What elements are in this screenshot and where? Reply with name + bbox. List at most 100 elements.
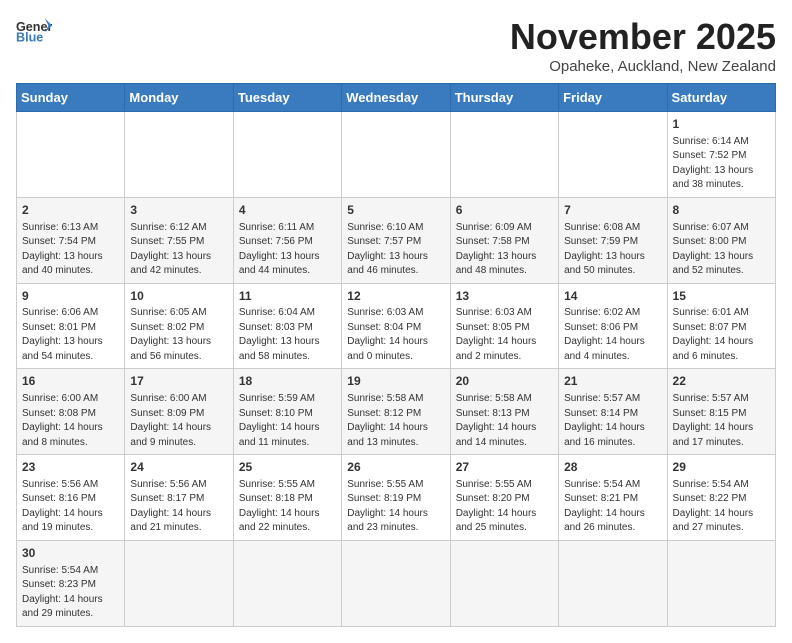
day-info: Sunrise: 6:11 AM Sunset: 7:56 PM Dayligh…: [239, 221, 336, 279]
calendar-cell: [233, 540, 341, 626]
day-number: 6: [456, 202, 553, 219]
day-number: 29: [673, 459, 770, 476]
day-number: 20: [456, 373, 553, 390]
week-row-1: 1 Sunrise: 6:14 AM Sunset: 7:52 PM Daylig…: [17, 112, 776, 198]
day-info: Sunrise: 6:09 AM Sunset: 7:58 PM Dayligh…: [456, 221, 553, 279]
day-number: 5: [347, 202, 444, 219]
calendar-cell: [125, 540, 233, 626]
calendar-cell: 21 Sunrise: 5:57 AM Sunset: 8:14 PM Dayli…: [559, 369, 667, 455]
header-thursday: Thursday: [450, 84, 558, 112]
calendar-cell: [125, 112, 233, 198]
calendar-cell: [342, 540, 450, 626]
day-number: 25: [239, 459, 336, 476]
calendar-cell: [559, 540, 667, 626]
day-info: Sunrise: 5:54 AM Sunset: 8:23 PM Dayligh…: [22, 564, 119, 622]
calendar-cell: 8Sunrise: 6:07 AM Sunset: 8:00 PM Daylig…: [667, 197, 775, 283]
calendar-cell: 18 Sunrise: 5:59 AM Sunset: 8:10 PM Dayli…: [233, 369, 341, 455]
calendar-cell: 14Sunrise: 6:02 AM Sunset: 8:06 PM Dayli…: [559, 283, 667, 369]
calendar-cell: 30 Sunrise: 5:54 AM Sunset: 8:23 PM Dayli…: [17, 540, 125, 626]
calendar-cell: 15Sunrise: 6:01 AM Sunset: 8:07 PM Dayli…: [667, 283, 775, 369]
week-row-4: 16 Sunrise: 6:00 AM Sunset: 8:08 PM Dayli…: [17, 369, 776, 455]
day-info: Sunrise: 6:06 AM Sunset: 8:01 PM Dayligh…: [22, 306, 119, 364]
week-row-2: 2 Sunrise: 6:13 AM Sunset: 7:54 PM Daylig…: [17, 197, 776, 283]
day-info: Sunrise: 5:59 AM Sunset: 8:10 PM Dayligh…: [239, 392, 336, 450]
day-info: Sunrise: 5:54 AM Sunset: 8:21 PM Dayligh…: [564, 478, 661, 536]
day-number: 9: [22, 288, 119, 305]
calendar-table: SundayMondayTuesdayWednesdayThursdayFrid…: [16, 83, 776, 627]
calendar-cell: 12Sunrise: 6:03 AM Sunset: 8:04 PM Dayli…: [342, 283, 450, 369]
week-row-3: 9Sunrise: 6:06 AM Sunset: 8:01 PM Daylig…: [17, 283, 776, 369]
day-number: 16: [22, 373, 119, 390]
title-section: November 2025 Opaheke, Auckland, New Zea…: [510, 16, 776, 75]
calendar-cell: [17, 112, 125, 198]
day-number: 28: [564, 459, 661, 476]
day-number: 2: [22, 202, 119, 219]
day-info: Sunrise: 6:10 AM Sunset: 7:57 PM Dayligh…: [347, 221, 444, 279]
day-info: Sunrise: 6:05 AM Sunset: 8:02 PM Dayligh…: [130, 306, 227, 364]
header-saturday: Saturday: [667, 84, 775, 112]
header-monday: Monday: [125, 84, 233, 112]
logo-icon: General Blue: [16, 16, 52, 44]
calendar-cell: 2 Sunrise: 6:13 AM Sunset: 7:54 PM Daylig…: [17, 197, 125, 283]
page-header: General Blue November 2025 Opaheke, Auck…: [16, 16, 776, 75]
day-number: 4: [239, 202, 336, 219]
day-number: 30: [22, 545, 119, 562]
calendar-cell: 10Sunrise: 6:05 AM Sunset: 8:02 PM Dayli…: [125, 283, 233, 369]
day-info: Sunrise: 6:04 AM Sunset: 8:03 PM Dayligh…: [239, 306, 336, 364]
calendar-cell: 3 Sunrise: 6:12 AM Sunset: 7:55 PM Daylig…: [125, 197, 233, 283]
day-number: 12: [347, 288, 444, 305]
header-tuesday: Tuesday: [233, 84, 341, 112]
calendar-cell: 25 Sunrise: 5:55 AM Sunset: 8:18 PM Dayli…: [233, 455, 341, 541]
day-number: 1: [673, 116, 770, 133]
day-info: Sunrise: 6:00 AM Sunset: 8:08 PM Dayligh…: [22, 392, 119, 450]
day-info: Sunrise: 5:55 AM Sunset: 8:19 PM Dayligh…: [347, 478, 444, 536]
day-number: 26: [347, 459, 444, 476]
calendar-cell: [342, 112, 450, 198]
svg-text:Blue: Blue: [16, 31, 43, 44]
calendar-cell: 11Sunrise: 6:04 AM Sunset: 8:03 PM Dayli…: [233, 283, 341, 369]
calendar-cell: 6 Sunrise: 6:09 AM Sunset: 7:58 PM Daylig…: [450, 197, 558, 283]
day-number: 19: [347, 373, 444, 390]
calendar-cell: [667, 540, 775, 626]
day-info: Sunrise: 6:02 AM Sunset: 8:06 PM Dayligh…: [564, 306, 661, 364]
calendar-cell: 19 Sunrise: 5:58 AM Sunset: 8:12 PM Dayli…: [342, 369, 450, 455]
day-number: 11: [239, 288, 336, 305]
day-info: Sunrise: 5:55 AM Sunset: 8:18 PM Dayligh…: [239, 478, 336, 536]
week-row-5: 23Sunrise: 5:56 AM Sunset: 8:16 PM Dayli…: [17, 455, 776, 541]
calendar-cell: 5 Sunrise: 6:10 AM Sunset: 7:57 PM Daylig…: [342, 197, 450, 283]
calendar-cell: [450, 112, 558, 198]
day-info: Sunrise: 6:03 AM Sunset: 8:04 PM Dayligh…: [347, 306, 444, 364]
week-row-6: 30 Sunrise: 5:54 AM Sunset: 8:23 PM Dayli…: [17, 540, 776, 626]
day-info: Sunrise: 5:58 AM Sunset: 8:12 PM Dayligh…: [347, 392, 444, 450]
calendar-cell: 1 Sunrise: 6:14 AM Sunset: 7:52 PM Daylig…: [667, 112, 775, 198]
calendar-cell: 13Sunrise: 6:03 AM Sunset: 8:05 PM Dayli…: [450, 283, 558, 369]
day-info: Sunrise: 6:14 AM Sunset: 7:52 PM Dayligh…: [673, 135, 770, 193]
day-info: Sunrise: 6:13 AM Sunset: 7:54 PM Dayligh…: [22, 221, 119, 279]
day-info: Sunrise: 6:12 AM Sunset: 7:55 PM Dayligh…: [130, 221, 227, 279]
month-title: November 2025: [510, 16, 776, 58]
calendar-cell: 26 Sunrise: 5:55 AM Sunset: 8:19 PM Dayli…: [342, 455, 450, 541]
weekday-header-row: SundayMondayTuesdayWednesdayThursdayFrid…: [17, 84, 776, 112]
calendar-cell: 9Sunrise: 6:06 AM Sunset: 8:01 PM Daylig…: [17, 283, 125, 369]
day-number: 10: [130, 288, 227, 305]
calendar-cell: 7Sunrise: 6:08 AM Sunset: 7:59 PM Daylig…: [559, 197, 667, 283]
day-number: 23: [22, 459, 119, 476]
day-info: Sunrise: 5:57 AM Sunset: 8:14 PM Dayligh…: [564, 392, 661, 450]
day-number: 21: [564, 373, 661, 390]
day-number: 15: [673, 288, 770, 305]
day-info: Sunrise: 5:54 AM Sunset: 8:22 PM Dayligh…: [673, 478, 770, 536]
header-friday: Friday: [559, 84, 667, 112]
day-number: 18: [239, 373, 336, 390]
day-number: 24: [130, 459, 227, 476]
day-number: 17: [130, 373, 227, 390]
logo: General Blue: [16, 16, 52, 44]
day-info: Sunrise: 6:00 AM Sunset: 8:09 PM Dayligh…: [130, 392, 227, 450]
day-number: 22: [673, 373, 770, 390]
day-info: Sunrise: 5:58 AM Sunset: 8:13 PM Dayligh…: [456, 392, 553, 450]
calendar-cell: 17 Sunrise: 6:00 AM Sunset: 8:09 PM Dayli…: [125, 369, 233, 455]
location-title: Opaheke, Auckland, New Zealand: [510, 58, 776, 75]
day-number: 27: [456, 459, 553, 476]
day-info: Sunrise: 5:55 AM Sunset: 8:20 PM Dayligh…: [456, 478, 553, 536]
calendar-cell: 22Sunrise: 5:57 AM Sunset: 8:15 PM Dayli…: [667, 369, 775, 455]
day-number: 3: [130, 202, 227, 219]
